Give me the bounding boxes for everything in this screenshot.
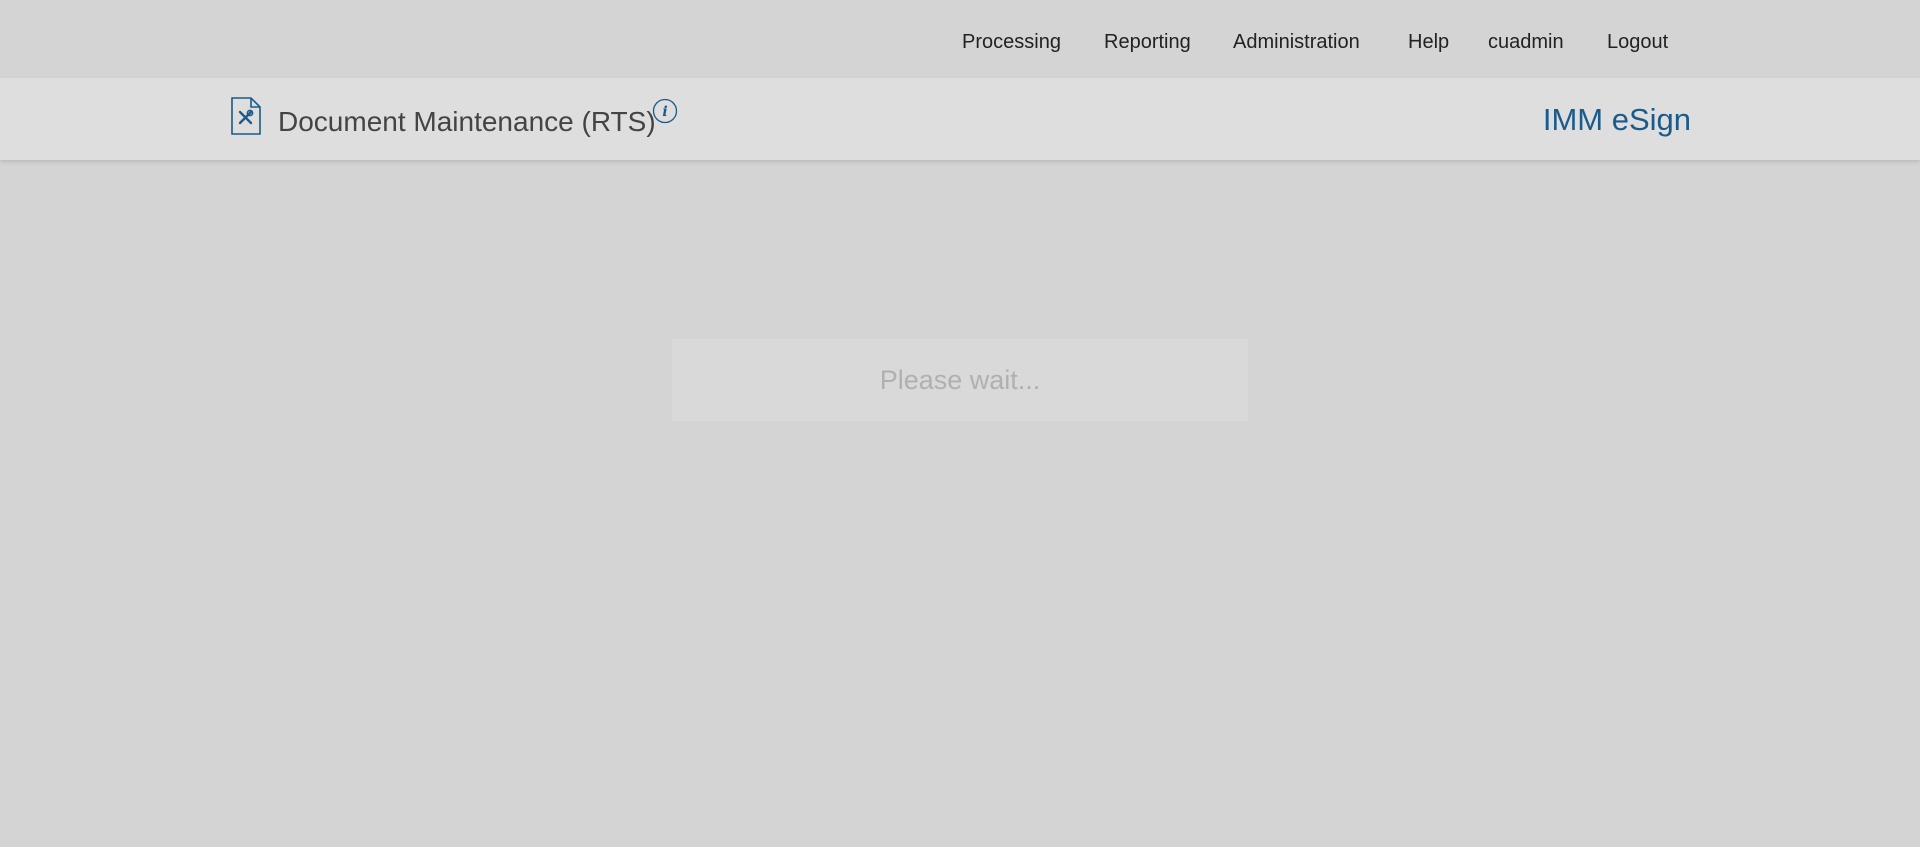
nav-administration[interactable]: Administration (1233, 28, 1360, 56)
loading-message: Please wait... (879, 364, 1041, 395)
nav-logout[interactable]: Logout (1607, 28, 1668, 56)
document-tools-icon (230, 96, 262, 136)
page-title: Document Maintenance (RTS) (278, 106, 656, 137)
nav-processing[interactable]: Processing (962, 28, 1061, 56)
nav-help[interactable]: Help (1408, 28, 1449, 56)
title-bar: Document Maintenance (RTS) i IMM eSign (0, 78, 1920, 160)
svg-text:i: i (662, 104, 667, 120)
top-navigation: Processing Reporting Administration Help… (0, 0, 1920, 78)
nav-user-cuadmin[interactable]: cuadmin (1488, 28, 1564, 56)
info-icon[interactable]: i (652, 98, 678, 124)
page: Processing Reporting Administration Help… (0, 0, 1920, 847)
brand-name: IMM eSign (1542, 102, 1691, 137)
loading-overlay: Please wait... (672, 339, 1248, 421)
nav-reporting[interactable]: Reporting (1104, 28, 1191, 56)
